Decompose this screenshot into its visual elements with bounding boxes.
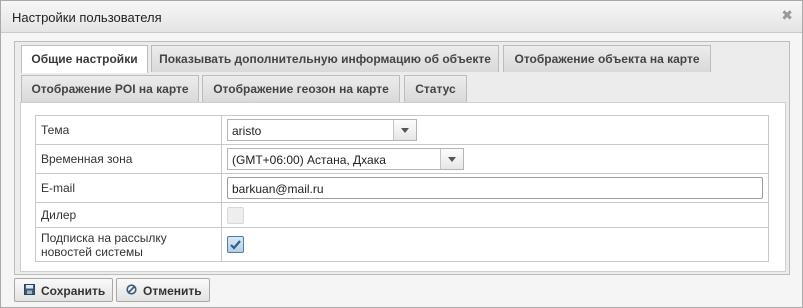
form-row-newsletter: Подписка на рассылку новостей системы xyxy=(35,227,769,262)
newsletter-label-line1: Подписка на рассылку xyxy=(41,230,167,245)
newsletter-label-line2: новостей системы xyxy=(41,244,143,259)
cancel-icon xyxy=(126,284,137,295)
dealer-checkbox xyxy=(227,206,244,224)
email-value: barkuan@mail.ru xyxy=(232,182,324,196)
newsletter-label: Подписка на рассылку новостей системы xyxy=(35,227,222,262)
tab-label: Отображение объекта на карте xyxy=(514,52,700,66)
tab-label: Общие настройки xyxy=(31,52,138,66)
email-label: E-mail xyxy=(35,173,222,203)
dealer-label: Дилер xyxy=(35,202,222,228)
theme-select[interactable]: aristo xyxy=(227,119,417,141)
theme-cell: aristo xyxy=(221,115,769,145)
form-row-dealer: Дилер xyxy=(35,202,769,228)
tab-status[interactable]: Статус xyxy=(404,75,467,102)
save-button[interactable]: Сохранить xyxy=(14,278,113,302)
tab-label: Отображение геозон на карте xyxy=(213,82,389,96)
save-button-label: Сохранить xyxy=(41,284,106,298)
theme-label: Тема xyxy=(35,115,222,145)
tab-general-settings[interactable]: Общие настройки xyxy=(21,45,148,73)
timezone-select[interactable]: (GMT+06:00) Астана, Дхака xyxy=(227,148,464,170)
email-cell: barkuan@mail.ru xyxy=(221,173,769,203)
tab-label: Статус xyxy=(415,82,456,96)
tab-poi-on-map[interactable]: Отображение POI на карте xyxy=(21,75,199,102)
email-field[interactable]: barkuan@mail.ru xyxy=(227,177,763,199)
dialog-titlebar[interactable]: Настройки пользователя ✖ xyxy=(1,1,802,33)
tab-geofences-on-map[interactable]: Отображение геозон на карте xyxy=(202,75,400,102)
tab-object-on-map[interactable]: Отображение объекта на карте xyxy=(503,45,711,72)
form-row-timezone: Временная зона (GMT+06:00) Астана, Дхака xyxy=(35,144,769,174)
tab-label: Показывать дополнительную информацию об … xyxy=(159,52,491,66)
chevron-down-icon[interactable] xyxy=(440,149,463,169)
tab-label: Отображение POI на карте xyxy=(31,82,189,96)
theme-value: aristo xyxy=(232,124,262,138)
checkmark-icon xyxy=(230,240,241,250)
timezone-value: (GMT+06:00) Астана, Дхака xyxy=(232,153,386,167)
timezone-cell: (GMT+06:00) Астана, Дхака xyxy=(221,144,769,174)
cancel-button-label: Отменить xyxy=(143,284,202,298)
dialog-title: Настройки пользователя xyxy=(12,10,162,25)
newsletter-cell xyxy=(221,227,769,262)
user-settings-dialog: Настройки пользователя ✖ Общие настройки… xyxy=(0,0,803,308)
cancel-button[interactable]: Отменить xyxy=(116,278,210,302)
close-icon[interactable]: ✖ xyxy=(781,7,793,24)
newsletter-checkbox[interactable] xyxy=(227,236,244,253)
tab-additional-object-info[interactable]: Показывать дополнительную информацию об … xyxy=(151,45,499,72)
dealer-cell xyxy=(221,202,769,228)
form-row-theme: Тема aristo xyxy=(35,115,769,145)
save-icon xyxy=(24,284,35,295)
timezone-label: Временная зона xyxy=(35,144,222,174)
general-settings-content: Тема aristo Временная зона (GMT+06:00) А… xyxy=(20,102,786,272)
form-row-email: E-mail barkuan@mail.ru xyxy=(35,173,769,203)
settings-form: Тема aristo Временная зона (GMT+06:00) А… xyxy=(35,115,769,262)
chevron-down-icon[interactable] xyxy=(393,120,416,140)
